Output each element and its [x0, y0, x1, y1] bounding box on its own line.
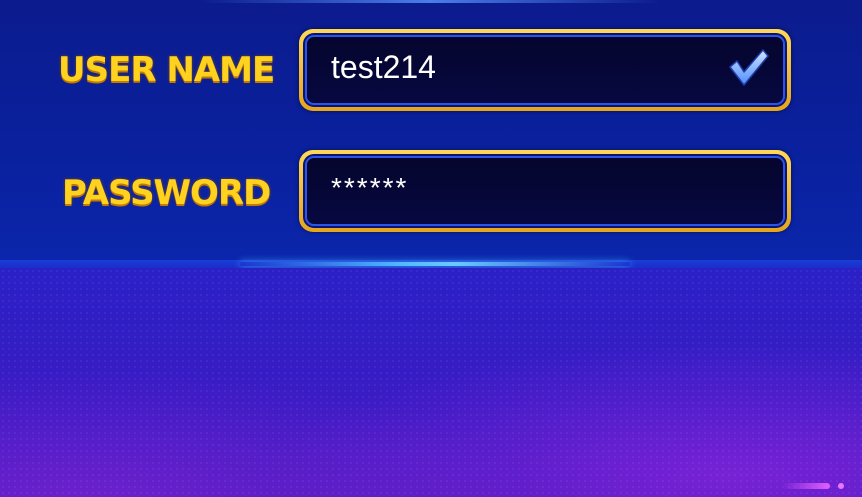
login-screen: USER NAME test214 PASSWORD ****** — [0, 0, 862, 497]
password-field-frame: ****** — [299, 150, 791, 232]
username-value: test214 — [331, 49, 436, 85]
divider-glow — [240, 262, 630, 266]
username-field[interactable]: test214 — [305, 35, 785, 105]
page-indicator-dot — [838, 483, 844, 489]
lower-panel — [0, 268, 862, 497]
page-indicator — [772, 483, 852, 489]
password-value: ****** — [331, 172, 409, 203]
login-form-panel: USER NAME test214 PASSWORD ****** — [0, 0, 862, 262]
password-field[interactable]: ****** — [305, 156, 785, 226]
username-field-frame: test214 — [299, 29, 791, 111]
checkmark-icon[interactable] — [725, 45, 771, 91]
password-label: PASSWORD — [62, 173, 271, 213]
username-label: USER NAME — [58, 50, 275, 90]
dot-pattern-background — [0, 268, 862, 497]
top-glow-line — [200, 0, 660, 3]
page-indicator-bar — [782, 483, 830, 489]
